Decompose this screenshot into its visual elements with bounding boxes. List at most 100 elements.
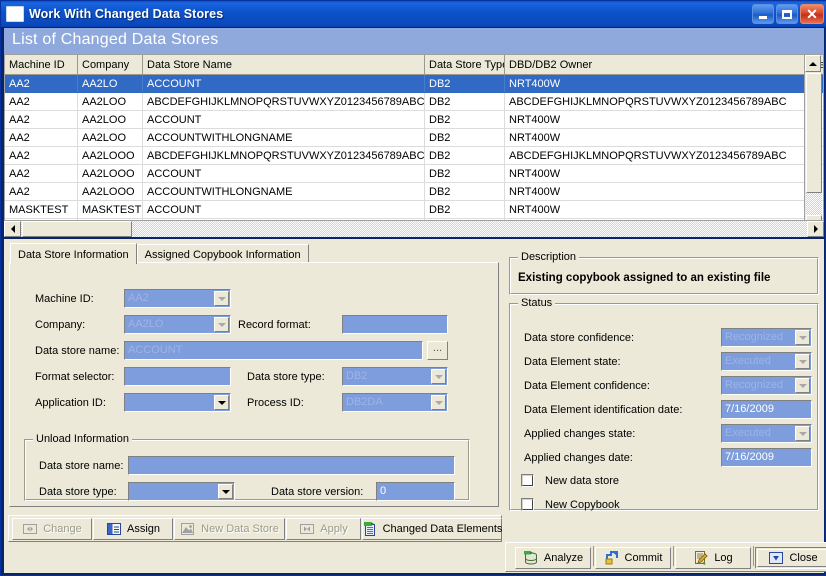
- cell-0: AA2: [5, 147, 78, 165]
- data-store-type-combo[interactable]: DB2: [342, 367, 448, 386]
- button-separator: [753, 546, 754, 566]
- unload-data-store-name-label: Data store name:: [39, 460, 123, 472]
- chevron-down-icon: [799, 432, 807, 436]
- data-store-type-dropdown-arrow[interactable]: [431, 369, 446, 384]
- unload-data-store-version-label: Data store version:: [271, 486, 363, 498]
- process-id-combo[interactable]: DB2DA: [342, 393, 448, 412]
- scroll-right-button[interactable]: [807, 221, 824, 237]
- company-value: AA2LO: [128, 318, 163, 330]
- company-combo[interactable]: AA2LO: [124, 315, 231, 334]
- chevron-up-icon: [809, 62, 817, 66]
- table-row[interactable]: AA2AA2LOOABCDEFGHIJKLMNOPQRSTUVWXYZ01234…: [5, 93, 824, 111]
- column-header-2[interactable]: Data Store Name: [143, 55, 425, 75]
- changed-data-elements-button[interactable]: Changed Data Elements: [362, 518, 502, 540]
- cell-2: ACCOUNT: [143, 165, 425, 183]
- change-button[interactable]: Change: [12, 518, 92, 540]
- table-row[interactable]: AA2AA2LOOOACCOUNTDB2NRT400W: [5, 165, 824, 183]
- table-row[interactable]: MASKTESTMASKTESTACCOUNTDB2NRT400W: [5, 201, 824, 219]
- button-label: Log: [714, 552, 732, 564]
- table-row[interactable]: AA2AA2LOACCOUNTDB2NRT400W: [5, 75, 824, 93]
- scroll-left-button[interactable]: [4, 221, 21, 237]
- horizontal-scroll-thumb[interactable]: [22, 221, 132, 237]
- data-store-name-label: Data store name:: [35, 345, 119, 357]
- table-row[interactable]: AA2AA2LOOACCOUNTDB2NRT400W: [5, 111, 824, 129]
- data-store-table: Machine IDCompanyData Store NameData Sto…: [5, 55, 824, 237]
- apply-button[interactable]: Apply: [286, 518, 361, 540]
- footer-button-bar: AnalyzeCommit Log Close: [505, 542, 826, 572]
- window-title: Work With Changed Data Stores: [29, 7, 223, 21]
- application-id-combo[interactable]: [124, 393, 231, 412]
- column-header-1[interactable]: Company: [78, 55, 143, 75]
- record-format-input[interactable]: [342, 315, 448, 334]
- close-button[interactable]: Close: [755, 547, 826, 569]
- tab-data-store-information[interactable]: Data Store Information: [10, 243, 137, 264]
- close-button[interactable]: ✕: [800, 4, 824, 24]
- data-store-name-browse-button[interactable]: ...: [427, 341, 448, 360]
- tab-assigned-copybook-information[interactable]: Assigned Copybook Information: [137, 244, 309, 263]
- table-row[interactable]: AA2AA2LOOACCOUNTWITHLONGNAMEDB2NRT400W: [5, 129, 824, 147]
- status-dropdown-arrow-1[interactable]: [795, 354, 810, 369]
- column-header-0[interactable]: Machine ID: [5, 55, 78, 75]
- grid-horizontal-scrollbar[interactable]: [4, 220, 824, 237]
- data-store-name-input[interactable]: ACCOUNT: [124, 341, 423, 360]
- commit-button[interactable]: Commit: [595, 547, 671, 569]
- status-dropdown-arrow-0[interactable]: [795, 330, 810, 345]
- status-dropdown-arrow-2[interactable]: [795, 378, 810, 393]
- cell-2: ACCOUNTWITHLONGNAME: [143, 129, 425, 147]
- vertical-scroll-thumb[interactable]: [806, 73, 822, 193]
- vertical-scroll-track[interactable]: [806, 193, 822, 215]
- analyze-button[interactable]: Analyze: [515, 547, 591, 569]
- minimize-button[interactable]: [752, 4, 774, 24]
- unload-data-store-type-combo[interactable]: [128, 482, 235, 501]
- unload-data-store-type-dropdown-arrow[interactable]: [218, 484, 233, 499]
- cell-2: ABCDEFGHIJKLMNOPQRSTUVWXYZ0123456789ABC: [143, 93, 425, 111]
- scroll-up-button[interactable]: [805, 55, 821, 72]
- status-field-5[interactable]: 7/16/2009: [721, 448, 812, 467]
- page-title: List of Changed Data Stores: [12, 31, 218, 49]
- column-header-4[interactable]: DBD/DB2 Owner: [505, 55, 807, 75]
- cell-4: NRT400W: [505, 111, 807, 129]
- unload-data-store-version-input[interactable]: 0: [376, 482, 455, 501]
- table-header-row: Machine IDCompanyData Store NameData Sto…: [5, 55, 824, 75]
- unload-data-store-name-input[interactable]: [128, 456, 455, 475]
- cell-4: NRT400W: [505, 75, 807, 93]
- table-row[interactable]: AA2AA2LOOOABCDEFGHIJKLMNOPQRSTUVWXYZ0123…: [5, 147, 824, 165]
- machine-id-value: AA2: [128, 292, 149, 304]
- cell-0: MASKTEST: [5, 201, 78, 219]
- table-row[interactable]: AA2AA2LOOOACCOUNTWITHLONGNAMEDB2NRT400W: [5, 183, 824, 201]
- application-id-dropdown-arrow[interactable]: [214, 395, 229, 410]
- chevron-down-icon: [799, 360, 807, 364]
- column-header-3[interactable]: Data Store Type: [425, 55, 505, 75]
- machine-id-dropdown-arrow[interactable]: [214, 291, 229, 306]
- status-field-1[interactable]: Executed: [721, 352, 812, 371]
- status-field-3[interactable]: 7/16/2009: [721, 400, 812, 419]
- status-field-4[interactable]: Executed: [721, 424, 812, 443]
- status-value-2: Recognized: [725, 379, 783, 391]
- window-controls: ✕: [752, 4, 824, 24]
- cell-3: DB2: [425, 165, 505, 183]
- format-selector-label: Format selector:: [35, 371, 114, 383]
- status-field-0[interactable]: Recognized: [721, 328, 812, 347]
- cell-1: AA2LO: [78, 75, 143, 93]
- checkbox-new-copybook[interactable]: [521, 498, 534, 511]
- log-button[interactable]: Log: [675, 547, 751, 569]
- process-id-dropdown-arrow[interactable]: [431, 395, 446, 410]
- status-value-1: Executed: [725, 355, 771, 367]
- checkbox-new-data-store[interactable]: [521, 474, 534, 487]
- status-dropdown-arrow-4[interactable]: [795, 426, 810, 441]
- format-selector-input[interactable]: [124, 367, 231, 386]
- data-store-grid[interactable]: Machine IDCompanyData Store NameData Sto…: [4, 54, 824, 237]
- grid-vertical-scrollbar[interactable]: [804, 55, 821, 236]
- chevron-down-icon: [799, 336, 807, 340]
- cell-0: AA2: [5, 183, 78, 201]
- machine-id-combo[interactable]: AA2: [124, 289, 231, 308]
- unload-information-title: Unload Information: [33, 433, 132, 445]
- new-data-store-icon: [180, 521, 196, 537]
- new-data-store-button[interactable]: New Data Store: [174, 518, 285, 540]
- chevron-down-icon: [435, 375, 443, 379]
- status-field-2[interactable]: Recognized: [721, 376, 812, 395]
- maximize-button[interactable]: [776, 4, 798, 24]
- application-id-label: Application ID:: [35, 397, 106, 409]
- assign-button[interactable]: Assign: [93, 518, 173, 540]
- company-dropdown-arrow[interactable]: [214, 317, 229, 332]
